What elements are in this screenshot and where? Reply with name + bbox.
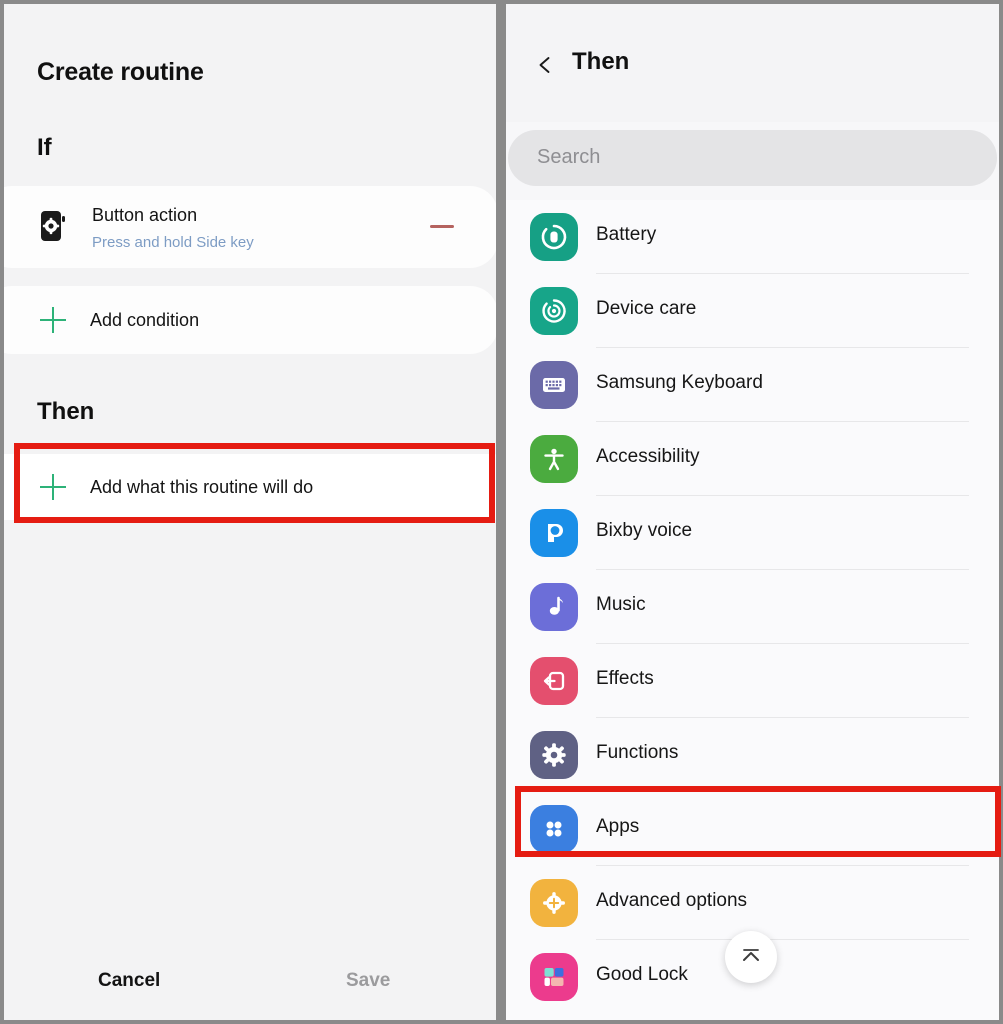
condition-title: Button action [92,205,198,225]
create-routine-panel: Create routine If Button action Press an… [4,4,496,1020]
then-picker-panel: Then Search Battery Device care Samsung Ke… [506,4,999,1020]
list-item-label: Device care [596,298,697,319]
condition-card[interactable]: Button action Press and hold Side key [4,186,496,268]
list-item-label: Samsung Keyboard [596,372,763,393]
panel-divider [496,0,506,1024]
plus-icon [40,474,66,500]
music-note-icon [530,583,578,631]
keyboard-icon [530,361,578,409]
list-item[interactable]: Apps [506,792,999,866]
add-condition-label: Add condition [90,310,200,330]
list-item-label: Advanced options [596,890,748,911]
list-item-label: Music [596,594,646,615]
panel-header: Then [506,4,999,122]
chevron-left-icon[interactable] [536,56,554,74]
if-section-heading: If [37,134,52,161]
search-input[interactable]: Search [508,130,997,186]
scroll-to-top-button[interactable] [725,931,777,983]
list-item-label: Bixby voice [596,520,693,541]
list-item-label: Accessibility [596,446,700,467]
save-button[interactable]: Save [346,970,390,992]
condition-subtitle: Press and hold Side key [92,234,254,251]
then-section-heading: Then [37,398,95,425]
add-condition-button[interactable]: Add condition [4,286,496,354]
battery-icon [530,213,578,261]
effects-icon [530,657,578,705]
list-item[interactable]: Samsung Keyboard [506,348,999,422]
panel-title: Then [572,48,630,75]
list-item-label: Apps [596,816,640,837]
screenshot-root: Create routine If Button action Press an… [0,0,1003,1024]
list-item-label: Effects [596,668,654,689]
plus-icon [40,307,66,333]
search-placeholder: Search [537,146,601,168]
list-item[interactable]: Effects [506,644,999,718]
scroll-to-top-icon [739,944,763,971]
list-item-label: Good Lock [596,964,688,985]
apps-grid-icon [530,805,578,853]
list-item[interactable]: Functions [506,718,999,792]
advanced-options-icon [530,879,578,927]
minus-icon[interactable] [430,225,454,228]
list-item[interactable]: Advanced options [506,866,999,940]
page-title: Create routine [37,58,204,86]
list-item-label: Functions [596,742,679,763]
bixby-icon [530,509,578,557]
list-item[interactable]: Battery [506,200,999,274]
option-list[interactable]: Battery Device care Samsung Keyboard Access… [506,200,999,1020]
cancel-button[interactable]: Cancel [98,970,160,992]
good-lock-icon [530,953,578,1001]
list-item[interactable]: Bixby voice [506,496,999,570]
add-action-label: Add what this routine will do [90,477,314,497]
gear-icon [530,731,578,779]
list-item[interactable]: Accessibility [506,422,999,496]
list-item[interactable]: Device care [506,274,999,348]
footer-bar: Cancel Save [4,948,496,1020]
add-action-button[interactable]: Add what this routine will do [4,454,496,520]
accessibility-icon [530,435,578,483]
phone-gear-icon [40,210,66,242]
list-item-label: Battery [596,224,657,245]
list-item[interactable]: Music [506,570,999,644]
device-care-icon [530,287,578,335]
